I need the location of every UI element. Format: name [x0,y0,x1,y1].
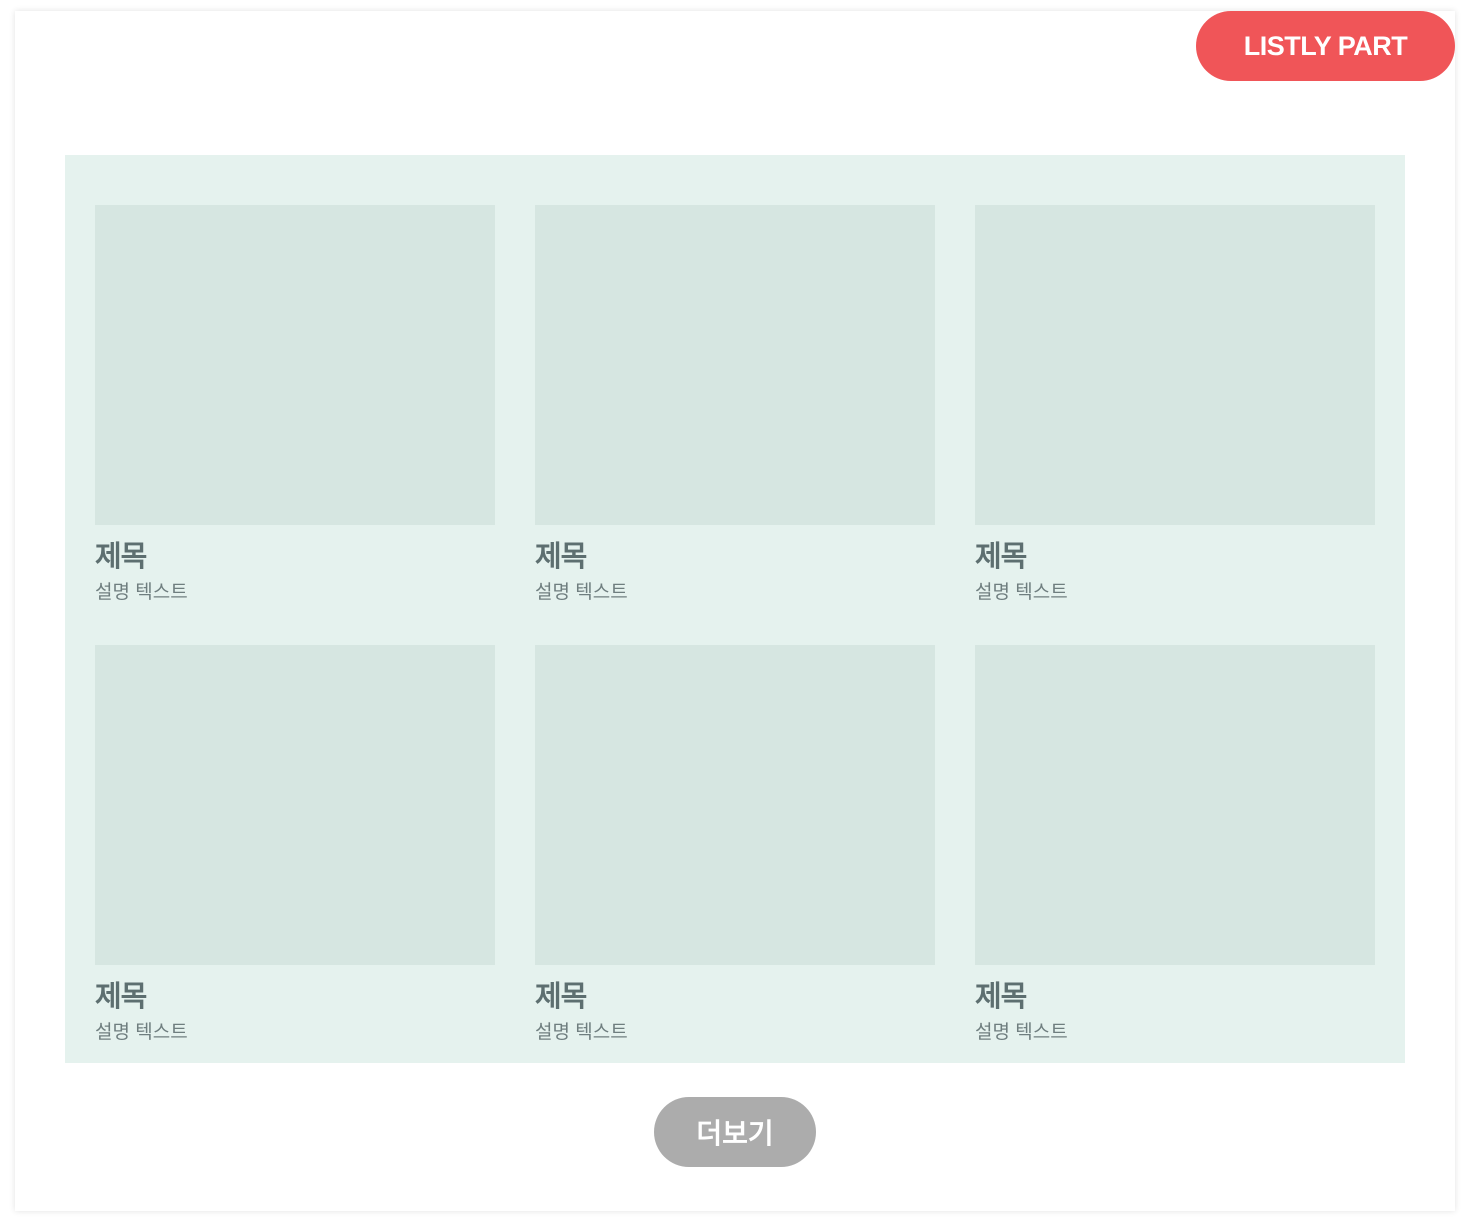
card-title: 제목 [975,541,1027,573]
card-thumbnail [975,645,1375,965]
card-item[interactable]: 제목 설명 텍스트 [975,205,1375,645]
card-list-panel: 제목 설명 텍스트 제목 설명 텍스트 제목 설명 텍스트 제목 설명 텍스트 … [65,155,1405,1063]
card-description: 설명 텍스트 [975,582,1068,603]
card-grid: 제목 설명 텍스트 제목 설명 텍스트 제목 설명 텍스트 제목 설명 텍스트 … [95,205,1375,1085]
card-thumbnail [975,205,1375,525]
card-thumbnail [535,205,935,525]
card-item[interactable]: 제목 설명 텍스트 [95,205,495,645]
card-title: 제목 [95,541,147,573]
card-description: 설명 텍스트 [975,1022,1068,1043]
card-thumbnail [535,645,935,965]
card-item[interactable]: 제목 설명 텍스트 [535,205,935,645]
card-thumbnail [95,645,495,965]
card-item[interactable]: 제목 설명 텍스트 [975,645,1375,1085]
card-description: 설명 텍스트 [95,582,188,603]
more-button[interactable]: 더보기 [654,1097,816,1167]
card-item[interactable]: 제목 설명 텍스트 [95,645,495,1085]
card-description: 설명 텍스트 [535,1022,628,1043]
card-title: 제목 [535,981,587,1013]
card-item[interactable]: 제목 설명 텍스트 [535,645,935,1085]
card-thumbnail [95,205,495,525]
card-description: 설명 텍스트 [535,582,628,603]
card-title: 제목 [975,981,1027,1013]
card-description: 설명 텍스트 [95,1022,188,1043]
card-title: 제목 [535,541,587,573]
listly-part-badge[interactable]: LISTLY PART [1196,11,1455,81]
card-title: 제목 [95,981,147,1013]
